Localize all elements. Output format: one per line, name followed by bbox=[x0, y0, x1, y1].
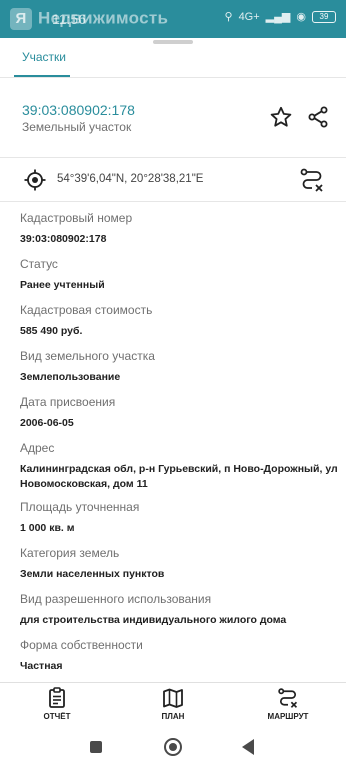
divider bbox=[0, 201, 346, 202]
route-icon bbox=[278, 688, 298, 708]
plan-label: ПЛАН bbox=[161, 712, 185, 721]
route-label: МАРШРУТ bbox=[267, 712, 309, 721]
plan-button[interactable]: ПЛАН bbox=[133, 687, 213, 721]
home-button[interactable] bbox=[164, 738, 182, 756]
system-nav-bar bbox=[0, 730, 346, 768]
report-icon bbox=[49, 687, 65, 708]
share-icon bbox=[308, 106, 328, 128]
field-value: для строительства индивидуального жилого… bbox=[20, 614, 287, 626]
field-value: Землепользование bbox=[20, 371, 121, 383]
field-land-type: Вид земельного участка Землепользование bbox=[20, 349, 340, 385]
field-permitted-use: Вид разрешенного использования для строи… bbox=[20, 592, 340, 628]
star-icon bbox=[270, 106, 292, 127]
tab-active-indicator bbox=[14, 75, 70, 77]
report-button[interactable]: ОТЧЁТ bbox=[17, 687, 97, 721]
field-value: Частная bbox=[20, 660, 63, 672]
field-cadastral-number: Кадастровый номер 39:03:080902:178 bbox=[20, 211, 340, 247]
tab-bar: Участки bbox=[0, 46, 346, 78]
field-label: Кадастровый номер bbox=[20, 211, 133, 225]
field-ownership-form: Форма собственности Частная bbox=[20, 638, 340, 674]
field-label: Кадастровая стоимость bbox=[20, 303, 153, 317]
field-value: 39:03:080902:178 bbox=[20, 233, 107, 245]
field-label: Дата присвоения bbox=[20, 395, 116, 409]
status-icons: ⚲ 4G+ ▂▄▆ ◉ 39 bbox=[224, 10, 336, 23]
network-type: 4G+ bbox=[238, 10, 260, 23]
recents-button[interactable] bbox=[90, 741, 102, 753]
status-bar: Я Недвижимость 11:56 ⚲ 4G+ ▂▄▆ ◉ 39 bbox=[0, 0, 346, 38]
field-label: Категория земель bbox=[20, 546, 120, 560]
field-label: Площадь уточненная bbox=[20, 500, 140, 514]
signal-icon: ▂▄▆ bbox=[265, 11, 291, 23]
map-icon bbox=[163, 688, 183, 708]
field-area: Площадь уточненная 1 000 кв. м bbox=[20, 500, 340, 536]
field-land-category: Категория земель Земли населенных пункто… bbox=[20, 546, 340, 582]
field-value: 585 490 руб. bbox=[20, 325, 83, 337]
mute-alarm-icon: ⚲ bbox=[224, 11, 233, 23]
field-value: 2006-06-05 bbox=[20, 417, 74, 429]
location-target-icon[interactable] bbox=[23, 168, 47, 192]
share-button[interactable] bbox=[305, 104, 331, 130]
app-brand: Я Недвижимость bbox=[10, 8, 168, 30]
field-label: Вид разрешенного использования bbox=[20, 592, 212, 606]
field-label: Форма собственности bbox=[20, 638, 143, 652]
back-button[interactable] bbox=[242, 739, 254, 755]
parcel-type: Земельный участок bbox=[22, 120, 132, 134]
route-icon[interactable] bbox=[299, 167, 325, 193]
field-assignment-date: Дата присвоения 2006-06-05 bbox=[20, 395, 340, 431]
field-value: Калининградская обл, р-н Гурьевский, п Н… bbox=[20, 463, 338, 490]
wifi-icon: ◉ bbox=[296, 11, 306, 23]
field-status: Статус Ранее учтенный bbox=[20, 257, 340, 293]
parcel-cadastral-id: 39:03:080902:178 bbox=[22, 102, 135, 118]
field-value: Земли населенных пунктов bbox=[20, 568, 165, 580]
field-label: Статус bbox=[20, 257, 58, 271]
tab-parcels[interactable]: Участки bbox=[22, 50, 66, 64]
field-label: Вид земельного участка bbox=[20, 349, 155, 363]
coordinates-text: 54°39'6,04"N, 20°28'38,21"E bbox=[57, 173, 204, 185]
status-time: 11:56 bbox=[52, 11, 86, 27]
bottom-action-bar: ОТЧЁТ ПЛАН МАРШРУТ bbox=[0, 682, 346, 730]
field-label: Адрес bbox=[20, 441, 55, 455]
route-button[interactable]: МАРШРУТ bbox=[248, 687, 328, 721]
favorite-button[interactable] bbox=[268, 104, 294, 130]
coordinates-row: 54°39'6,04"N, 20°28'38,21"E bbox=[0, 158, 346, 202]
app-logo: Я bbox=[10, 8, 32, 30]
field-address: Адрес Калининградская обл, р-н Гурьевски… bbox=[20, 441, 340, 492]
sheet-drag-handle[interactable] bbox=[153, 40, 193, 44]
battery-icon: 39 bbox=[312, 10, 336, 23]
field-cadastral-value: Кадастровая стоимость 585 490 руб. bbox=[20, 303, 340, 339]
report-label: ОТЧЁТ bbox=[43, 712, 71, 721]
field-value: Ранее учтенный bbox=[20, 279, 105, 291]
field-value: 1 000 кв. м bbox=[20, 522, 75, 534]
